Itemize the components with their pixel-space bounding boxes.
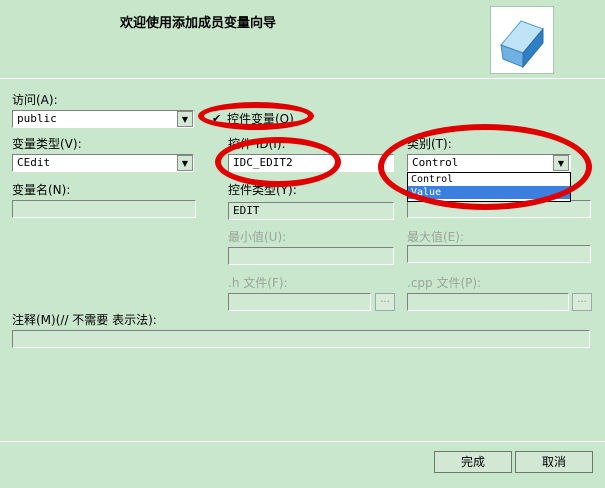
var-name-label: 变量名(N): bbox=[12, 183, 71, 197]
access-select[interactable]: public bbox=[12, 110, 194, 128]
control-type-label: 控件类型(Y): bbox=[228, 183, 297, 197]
category-dropdown-arrow-icon[interactable]: ▼ bbox=[553, 155, 569, 171]
comment-input[interactable] bbox=[12, 330, 590, 348]
category-option-control[interactable]: Control bbox=[408, 173, 570, 186]
h-file-browse-button[interactable]: ... bbox=[375, 293, 395, 311]
max-value-label: 最大值(E): bbox=[407, 230, 464, 244]
access-value: public bbox=[17, 112, 57, 125]
wizard-header: 欢迎使用添加成员变量向导 bbox=[0, 0, 605, 79]
h-file-input[interactable] bbox=[228, 293, 371, 311]
footer-divider bbox=[0, 441, 605, 442]
min-value-input[interactable] bbox=[228, 247, 394, 265]
control-id-select[interactable]: IDC_EDIT2 bbox=[228, 154, 394, 172]
min-value-label: 最小值(U): bbox=[228, 230, 287, 244]
max-chars-input[interactable] bbox=[407, 200, 591, 218]
control-id-label: 控件 ID(I): bbox=[228, 137, 286, 151]
var-type-select[interactable]: CEdit bbox=[12, 154, 194, 172]
access-label: 访问(A): bbox=[12, 93, 58, 107]
category-dropdown-list: Control Value bbox=[407, 172, 571, 202]
category-option-value[interactable]: Value bbox=[408, 186, 570, 199]
control-id-value: IDC_EDIT2 bbox=[233, 156, 293, 169]
var-type-value: CEdit bbox=[17, 156, 51, 169]
cpp-file-label: .cpp 文件(P): bbox=[407, 276, 482, 290]
category-label: 类别(T): bbox=[407, 137, 452, 151]
control-var-check-icon[interactable]: ✔ bbox=[212, 112, 221, 125]
var-type-label: 变量类型(V): bbox=[12, 137, 82, 151]
category-value: Control bbox=[412, 156, 459, 169]
h-file-label: .h 文件(F): bbox=[228, 276, 288, 290]
max-value-input[interactable] bbox=[407, 245, 591, 263]
control-var-checkbox-label[interactable]: 控件变量(O) bbox=[227, 110, 294, 127]
cpp-file-browse-button[interactable]: ... bbox=[572, 293, 592, 311]
cpp-file-input[interactable] bbox=[407, 293, 569, 311]
access-dropdown-arrow-icon[interactable]: ▼ bbox=[177, 111, 193, 127]
control-type-field: EDIT bbox=[228, 202, 394, 220]
var-name-input[interactable] bbox=[12, 200, 196, 218]
category-select[interactable]: Control bbox=[407, 154, 571, 172]
control-type-value: EDIT bbox=[233, 204, 260, 217]
wizard-title: 欢迎使用添加成员变量向导 bbox=[120, 16, 277, 31]
wizard-cube-icon bbox=[490, 6, 554, 74]
var-type-dropdown-arrow-icon[interactable]: ▼ bbox=[177, 155, 193, 171]
finish-button[interactable]: 完成 bbox=[434, 451, 512, 473]
cancel-button[interactable]: 取消 bbox=[515, 451, 593, 473]
comment-label: 注释(M)(// 不需要 表示法): bbox=[12, 313, 157, 327]
